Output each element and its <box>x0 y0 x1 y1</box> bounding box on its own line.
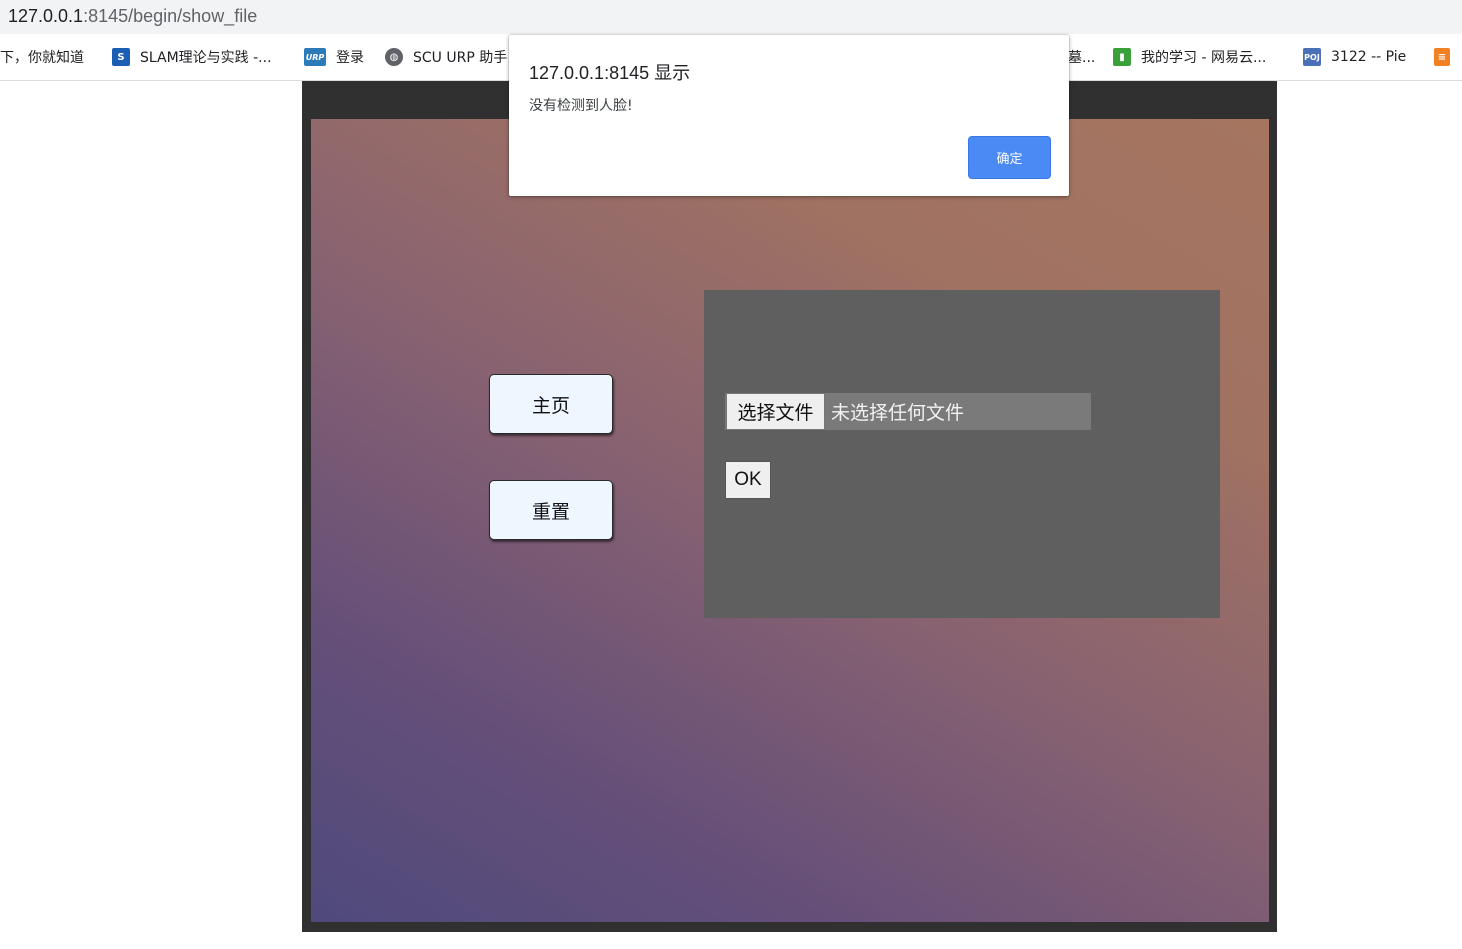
bookmark-item[interactable]: URP 登录 <box>304 47 364 67</box>
book-icon: ▮ <box>1113 48 1131 66</box>
poj-site-icon: POJ <box>1303 48 1321 66</box>
bookmark-item[interactable]: POJ 3122 -- Pie <box>1303 47 1406 67</box>
page-frame: 主页 重置 选择文件 未选择任何文件 OK <box>302 81 1277 932</box>
bookmark-label: 墓... <box>1068 50 1096 66</box>
url-path: :8145/begin/show_file <box>83 6 258 26</box>
globe-icon: ◍ <box>385 48 403 66</box>
choose-file-button[interactable]: 选择文件 <box>726 393 825 430</box>
home-button[interactable]: 主页 <box>489 374 613 434</box>
ok-submit-button[interactable]: OK <box>725 461 771 499</box>
bookmark-label: 登录 <box>336 50 364 66</box>
bookmark-label: SLAM理论与实践 -... <box>140 50 272 66</box>
bookmark-item[interactable]: ◍ SCU URP 助手 <box>385 47 507 67</box>
bookmark-item[interactable]: 墓... <box>1068 47 1095 67</box>
dialog-message: 没有检测到人脸! <box>529 98 633 114</box>
url-text[interactable]: 127.0.0.1:8145/begin/show_file <box>8 6 257 27</box>
bookmark-item[interactable]: S SLAM理论与实践 -... <box>112 47 272 67</box>
stack-icon: ≡ <box>1434 48 1450 66</box>
slam-site-icon: S <box>112 48 130 66</box>
address-bar[interactable]: 127.0.0.1:8145/begin/show_file <box>0 0 1462 34</box>
reset-button[interactable]: 重置 <box>489 480 613 540</box>
gradient-background: 主页 重置 选择文件 未选择任何文件 OK <box>311 119 1269 922</box>
bookmark-item[interactable]: ▮ 我的学习 - 网易云... <box>1113 47 1266 67</box>
bookmark-item[interactable]: 下，你就知道 <box>0 47 84 67</box>
file-input[interactable]: 选择文件 未选择任何文件 <box>725 393 1091 430</box>
bookmark-item[interactable]: ≡ <box>1434 47 1460 67</box>
urp-site-icon: URP <box>304 48 326 66</box>
bookmark-label: 下，你就知道 <box>0 50 84 66</box>
no-file-label: 未选择任何文件 <box>831 402 965 424</box>
bookmark-label: 我的学习 - 网易云... <box>1141 50 1267 66</box>
dialog-title: 127.0.0.1:8145 显示 <box>529 63 691 83</box>
upload-panel: 选择文件 未选择任何文件 OK <box>704 290 1220 618</box>
dialog-confirm-button[interactable]: 确定 <box>968 136 1051 179</box>
alert-dialog: 127.0.0.1:8145 显示 没有检测到人脸! 确定 <box>509 35 1069 196</box>
url-host: 127.0.0.1 <box>8 6 84 26</box>
bookmark-label: 3122 -- Pie <box>1331 49 1407 65</box>
bookmark-label: SCU URP 助手 <box>413 50 508 66</box>
